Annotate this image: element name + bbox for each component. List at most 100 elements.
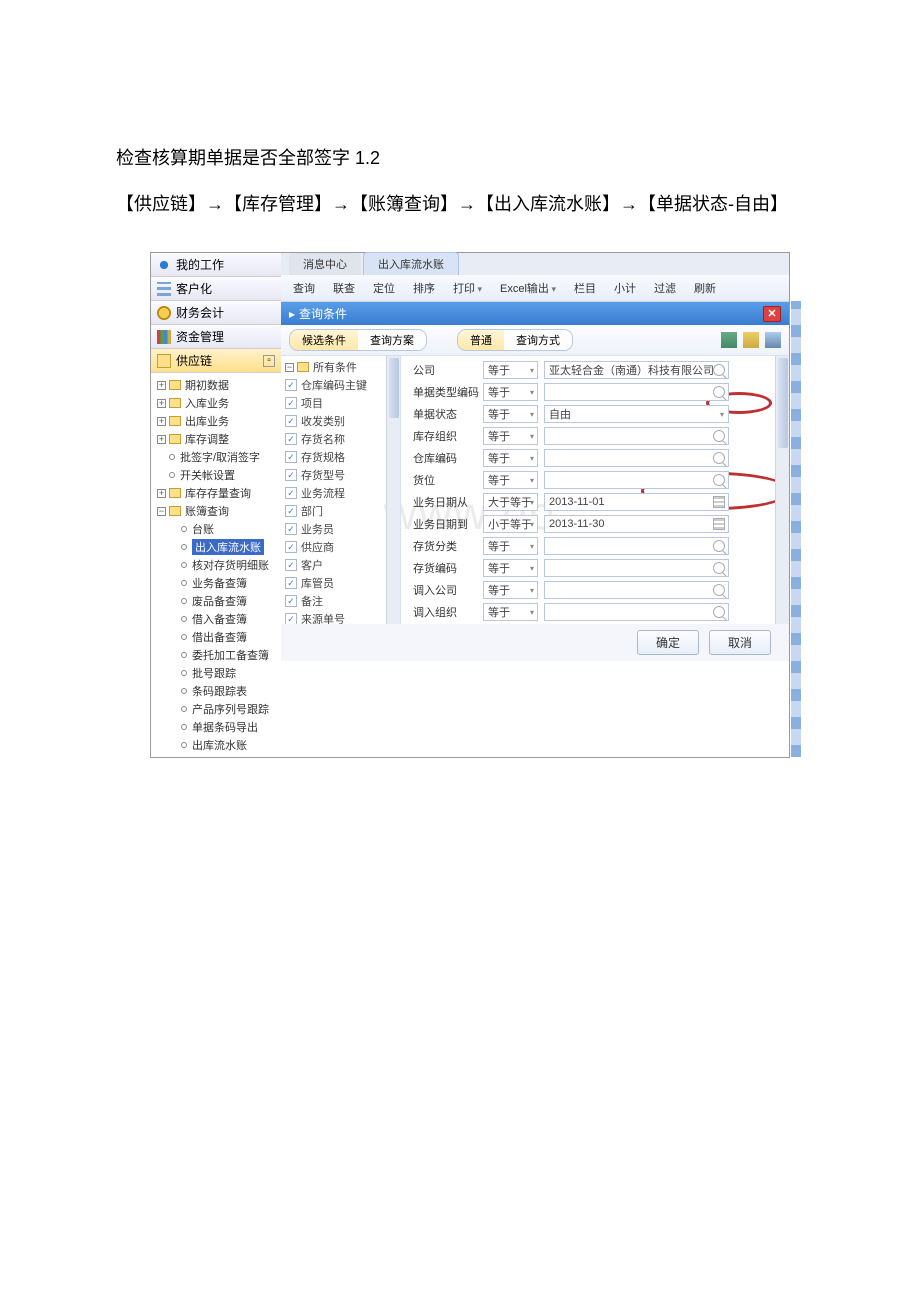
tree-node[interactable]: 产品序列号跟踪 bbox=[151, 700, 281, 718]
ct-root[interactable]: −所有条件 bbox=[281, 358, 400, 376]
val-input[interactable] bbox=[544, 449, 729, 467]
val-input[interactable] bbox=[544, 603, 729, 621]
search-icon[interactable] bbox=[713, 386, 725, 398]
op-select[interactable]: 小于等于 bbox=[483, 515, 538, 533]
tb-print[interactable]: 打印 bbox=[447, 278, 488, 298]
tb-sort[interactable]: 排序 bbox=[407, 278, 441, 298]
save-icon[interactable] bbox=[721, 332, 737, 348]
tb-subtotal[interactable]: 小计 bbox=[608, 278, 642, 298]
tree-node[interactable]: 出库流水账 bbox=[151, 736, 281, 754]
tree-node[interactable]: 借出备查簿 bbox=[151, 628, 281, 646]
tree-node[interactable]: 业务备查簿 bbox=[151, 574, 281, 592]
tree-node[interactable]: 借入备查簿 bbox=[151, 610, 281, 628]
op-select[interactable]: 等于 bbox=[483, 537, 538, 555]
scroll-thumb[interactable] bbox=[389, 358, 399, 418]
val-input[interactable] bbox=[544, 581, 729, 599]
tab-ledger-flow[interactable]: 出入库流水账 bbox=[363, 252, 459, 275]
collapse-icon[interactable]: − bbox=[285, 363, 294, 372]
op-select[interactable]: 等于 bbox=[483, 471, 538, 489]
sidebar-header-fund[interactable]: 资金管理 bbox=[151, 325, 281, 349]
op-select[interactable]: 等于 bbox=[483, 581, 538, 599]
tree-node[interactable]: 条码跟踪表 bbox=[151, 682, 281, 700]
scrollbar[interactable] bbox=[775, 356, 789, 624]
tb-lookup[interactable]: 联查 bbox=[327, 278, 361, 298]
op-select[interactable]: 大于等于 bbox=[483, 493, 538, 511]
val-date[interactable]: 2013-11-30 bbox=[544, 515, 729, 533]
tb-refresh[interactable]: 刷新 bbox=[688, 278, 722, 298]
tree-node[interactable]: +出库业务 bbox=[151, 412, 281, 430]
val-input[interactable]: 亚太轻合金（南通）科技有限公司 bbox=[544, 361, 729, 379]
ct-item[interactable]: ✓仓库编码主键 bbox=[281, 376, 400, 394]
expand-icon[interactable]: + bbox=[157, 417, 166, 426]
search-icon[interactable] bbox=[713, 540, 725, 552]
tree-node-selected[interactable]: 出入库流水账 bbox=[151, 538, 281, 556]
search-icon[interactable] bbox=[713, 430, 725, 442]
op-select[interactable]: 等于 bbox=[483, 361, 538, 379]
tree-node[interactable]: 台账 bbox=[151, 520, 281, 538]
tree-node[interactable]: 批签字/取消签字 bbox=[151, 448, 281, 466]
val-input[interactable] bbox=[544, 427, 729, 445]
tree-node[interactable]: +库存存量查询 bbox=[151, 484, 281, 502]
tab-candidate-cond[interactable]: 候选条件 bbox=[290, 330, 358, 350]
sidebar-header-finance[interactable]: 财务会计 bbox=[151, 301, 281, 325]
op-select[interactable]: 等于 bbox=[483, 427, 538, 445]
tb-excel[interactable]: Excel输出 bbox=[494, 278, 562, 298]
val-date[interactable]: 2013-11-01 bbox=[544, 493, 729, 511]
ct-item[interactable]: ✓项目 bbox=[281, 394, 400, 412]
tab-normal[interactable]: 普通 bbox=[458, 330, 504, 350]
tb-columns[interactable]: 栏目 bbox=[568, 278, 602, 298]
tab-query-method[interactable]: 查询方式 bbox=[504, 330, 572, 350]
ct-item[interactable]: ✓业务流程 bbox=[281, 484, 400, 502]
tb-query[interactable]: 查询 bbox=[287, 278, 321, 298]
ct-item[interactable]: ✓客户 bbox=[281, 556, 400, 574]
val-input[interactable] bbox=[544, 383, 729, 401]
collapse-icon[interactable]: − bbox=[157, 507, 166, 516]
val-input[interactable] bbox=[544, 559, 729, 577]
val-input[interactable] bbox=[544, 537, 729, 555]
sidebar-header-customize[interactable]: 客户化 bbox=[151, 277, 281, 301]
expand-icon[interactable]: + bbox=[157, 381, 166, 390]
ct-item[interactable]: ✓收发类别 bbox=[281, 412, 400, 430]
op-select[interactable]: 等于 bbox=[483, 449, 538, 467]
expand-icon[interactable]: + bbox=[157, 399, 166, 408]
val-select[interactable]: 自由 bbox=[544, 405, 729, 423]
tree-node[interactable]: 委托加工备查簿 bbox=[151, 646, 281, 664]
open-icon[interactable] bbox=[765, 332, 781, 348]
tree-node[interactable]: −账簿查询 bbox=[151, 502, 281, 520]
op-select[interactable]: 等于 bbox=[483, 405, 538, 423]
search-icon[interactable] bbox=[713, 452, 725, 464]
ct-item[interactable]: ✓供应商 bbox=[281, 538, 400, 556]
ok-button[interactable]: 确定 bbox=[637, 630, 699, 655]
edit-icon[interactable] bbox=[743, 332, 759, 348]
tree-node[interactable]: +期初数据 bbox=[151, 376, 281, 394]
ct-item[interactable]: ✓存货型号 bbox=[281, 466, 400, 484]
ct-item[interactable]: ✓备注 bbox=[281, 592, 400, 610]
ct-item[interactable]: ✓部门 bbox=[281, 502, 400, 520]
op-select[interactable]: 等于 bbox=[483, 603, 538, 621]
search-icon[interactable] bbox=[713, 364, 725, 376]
search-icon[interactable] bbox=[713, 606, 725, 618]
tree-node[interactable]: 废品备查簿 bbox=[151, 592, 281, 610]
ct-item[interactable]: ✓业务员 bbox=[281, 520, 400, 538]
minimize-icon[interactable]: ▫ bbox=[263, 355, 275, 367]
tree-node[interactable]: 核对存货明细账 bbox=[151, 556, 281, 574]
scrollbar[interactable] bbox=[386, 356, 400, 624]
op-select[interactable]: 等于 bbox=[483, 383, 538, 401]
tree-node[interactable]: +库存调整 bbox=[151, 430, 281, 448]
val-input[interactable] bbox=[544, 471, 729, 489]
expand-icon[interactable]: + bbox=[157, 435, 166, 444]
close-icon[interactable]: ✕ bbox=[763, 306, 781, 322]
cancel-button[interactable]: 取消 bbox=[709, 630, 771, 655]
tree-node[interactable]: 单据条码导出 bbox=[151, 718, 281, 736]
ct-item[interactable]: ✓存货名称 bbox=[281, 430, 400, 448]
tab-query-scheme[interactable]: 查询方案 bbox=[358, 330, 426, 350]
search-icon[interactable] bbox=[713, 474, 725, 486]
ct-item[interactable]: ✓库管员 bbox=[281, 574, 400, 592]
sidebar-header-mywork[interactable]: 我的工作 bbox=[151, 253, 281, 277]
search-icon[interactable] bbox=[713, 562, 725, 574]
calendar-icon[interactable] bbox=[713, 518, 725, 530]
tree-node[interactable]: +入库业务 bbox=[151, 394, 281, 412]
calendar-icon[interactable] bbox=[713, 496, 725, 508]
sidebar-header-supply[interactable]: 供应链▫ bbox=[151, 349, 281, 373]
expand-icon[interactable]: + bbox=[157, 489, 166, 498]
